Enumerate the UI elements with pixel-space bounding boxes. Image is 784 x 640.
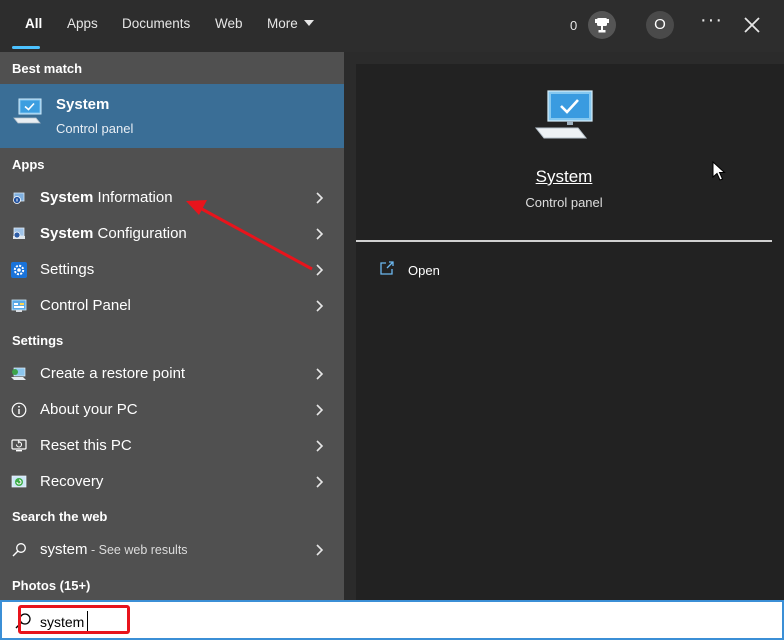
best-match-item[interactable]: System Control panel [0, 84, 344, 148]
section-apps: Apps [12, 157, 45, 172]
mouse-cursor-icon [712, 161, 726, 181]
search-icon [12, 543, 26, 557]
tab-web[interactable]: Web [215, 16, 243, 36]
web-query: system [40, 541, 88, 558]
app-label-rest: Configuration [93, 225, 187, 242]
rewards-button[interactable] [588, 11, 616, 39]
chevron-right-icon[interactable] [312, 475, 326, 489]
app-label-rest: Information [93, 189, 173, 206]
chevron-right-icon[interactable] [312, 227, 326, 241]
tab-all[interactable]: All [25, 16, 42, 36]
system-information-icon [13, 192, 25, 204]
divider [356, 240, 772, 242]
detail-subtitle: Control panel [525, 195, 603, 210]
detail-title[interactable]: System [356, 167, 772, 187]
chevron-down-icon [303, 20, 314, 26]
setting-label: Recovery [40, 473, 104, 490]
setting-label: Create a restore point [40, 365, 186, 382]
section-photos[interactable]: Photos (15+) [12, 578, 90, 593]
setting-about-your-pc[interactable]: About your PC [0, 392, 344, 428]
web-search-result[interactable]: system - See web results [0, 532, 344, 568]
tab-apps[interactable]: Apps [67, 16, 98, 36]
app-control-panel[interactable]: Control Panel [0, 288, 344, 324]
section-best-match: Best match [12, 61, 83, 76]
chevron-right-icon[interactable] [312, 439, 326, 453]
restore-point-icon [11, 367, 26, 380]
best-match-title: System [56, 96, 110, 113]
web-hint: - See web results [87, 543, 188, 557]
ellipsis-icon[interactable]: ··· [700, 9, 723, 32]
rewards-points: 0 [570, 18, 578, 33]
app-label-bold: System [40, 225, 94, 242]
app-label-rest: Control Panel [40, 297, 131, 314]
chevron-right-icon[interactable] [312, 403, 326, 417]
top-bar: All Apps Documents Web More 0 O ··· [0, 0, 784, 52]
open-action[interactable]: Open [380, 260, 500, 284]
system-configuration-icon [13, 227, 25, 239]
annotation-highlight-box [18, 605, 130, 634]
setting-create-restore-point[interactable]: Create a restore point [0, 356, 344, 392]
recovery-icon [11, 475, 27, 488]
app-system-configuration[interactable]: System Configuration [0, 216, 344, 252]
section-settings: Settings [12, 333, 64, 348]
open-icon [380, 261, 394, 275]
setting-label: About your PC [40, 401, 138, 418]
best-match-subtitle: Control panel [56, 121, 134, 136]
close-icon[interactable] [741, 14, 763, 36]
section-search-the-web: Search the web [12, 509, 108, 524]
chevron-right-icon[interactable] [312, 191, 326, 205]
setting-recovery[interactable]: Recovery [0, 464, 344, 500]
tab-more-label: More [267, 16, 298, 31]
computer-icon [534, 90, 593, 139]
tab-documents[interactable]: Documents [122, 16, 190, 36]
gear-icon [11, 262, 27, 278]
trophy-icon [595, 18, 609, 33]
computer-icon [13, 98, 42, 124]
chevron-right-icon[interactable] [312, 543, 326, 557]
search-bar [0, 600, 784, 640]
detail-panel: System Control panel Open [356, 64, 784, 600]
results-panel: Best match System Control panel Apps Sys… [0, 52, 344, 600]
tab-all-indicator [12, 46, 40, 49]
info-icon [11, 402, 27, 418]
setting-label: Reset this PC [40, 437, 132, 454]
control-panel-icon [11, 299, 27, 312]
app-label-bold: System [40, 189, 94, 206]
reset-icon [11, 439, 27, 452]
app-label-rest: Settings [40, 261, 95, 278]
chevron-right-icon[interactable] [312, 299, 326, 313]
app-settings[interactable]: Settings [0, 252, 344, 288]
app-system-information[interactable]: System Information [0, 180, 344, 216]
chevron-right-icon[interactable] [312, 263, 326, 277]
chevron-right-icon[interactable] [312, 367, 326, 381]
setting-reset-this-pc[interactable]: Reset this PC [0, 428, 344, 464]
tab-more[interactable]: More [267, 16, 314, 36]
open-label: Open [408, 263, 440, 278]
user-avatar[interactable]: O [646, 11, 674, 39]
